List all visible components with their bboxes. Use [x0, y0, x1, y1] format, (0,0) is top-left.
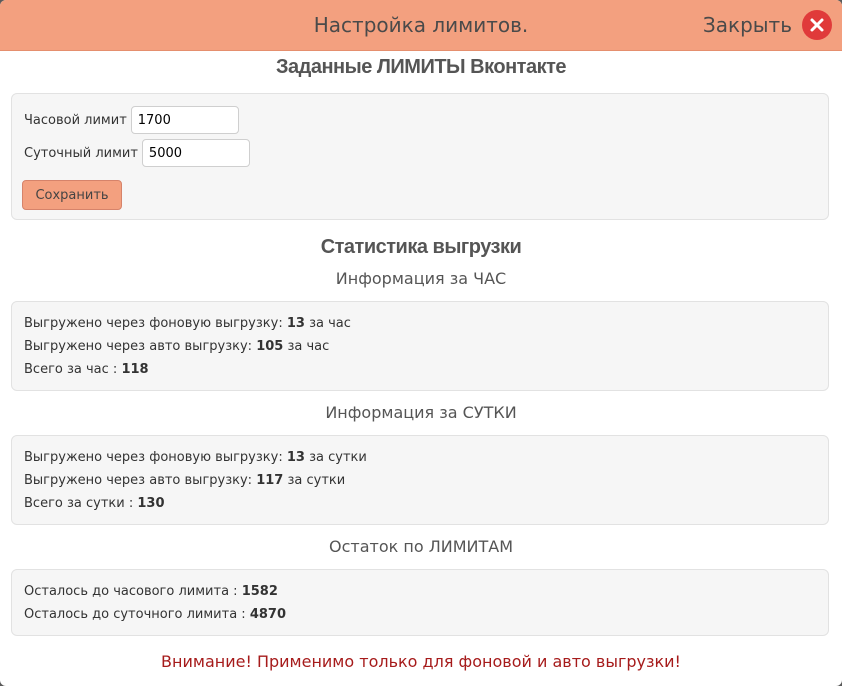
hour-bg-value: 13: [286, 316, 305, 331]
hour-stats-panel: Выгружено через фоновую выгрузку: 13 за …: [11, 301, 829, 391]
hour-heading: Информация за ЧАС: [335, 269, 507, 288]
remaining-daily-value: 4870: [249, 607, 287, 622]
daily-limit-row: Суточный лимит: [24, 139, 250, 167]
hour-auto-row: Выгружено через авто выгрузку: 105 за ча…: [24, 339, 330, 354]
limits-panel: Часовой лимит Суточный лимит Сохранить: [11, 93, 829, 220]
modal-header: Настройка лимитов. Закрыть: [0, 0, 842, 51]
day-total-row: Всего за сутки : 130: [24, 496, 165, 511]
remaining-panel: Осталось до часового лимита : 1582 Остал…: [11, 569, 829, 636]
day-auto-row: Выгружено через авто выгрузку: 117 за су…: [24, 473, 346, 488]
close-icon[interactable]: [802, 10, 832, 40]
hour-auto-value: 105: [256, 339, 284, 354]
day-stats-panel: Выгружено через фоновую выгрузку: 13 за …: [11, 435, 829, 525]
hourly-limit-row: Часовой лимит: [24, 106, 239, 134]
day-bg-value: 13: [286, 450, 305, 465]
day-auto-value: 117: [256, 473, 284, 488]
day-heading: Информация за СУТКИ: [325, 403, 517, 422]
daily-limit-input[interactable]: [141, 139, 250, 167]
hour-total-row: Всего за час : 118: [24, 362, 149, 377]
stats-title: Статистика выгрузки: [320, 236, 522, 258]
hourly-limit-label: Часовой лимит: [24, 112, 127, 128]
limits-modal: Настройка лимитов. Закрыть Заданные ЛИМИ…: [0, 0, 842, 686]
limits-title: Заданные ЛИМИТЫ Вконтакте: [275, 56, 567, 78]
warning-text: Внимание! Применимо только для фоновой и…: [161, 652, 681, 671]
day-bg-row: Выгружено через фоновую выгрузку: 13 за …: [24, 450, 367, 465]
remaining-hourly-value: 1582: [241, 584, 278, 599]
remaining-daily-row: Осталось до суточного лимита : 4870: [24, 607, 287, 622]
day-total-value: 130: [137, 496, 165, 511]
close-label[interactable]: Закрыть: [703, 13, 792, 37]
remaining-hourly-row: Осталось до часового лимита : 1582: [24, 584, 278, 599]
remaining-heading: Остаток по ЛИМИТАМ: [328, 537, 513, 556]
save-button[interactable]: Сохранить: [22, 180, 122, 210]
hour-bg-row: Выгружено через фоновую выгрузку: 13 за …: [24, 316, 351, 331]
hourly-limit-input[interactable]: [130, 106, 239, 134]
daily-limit-label: Суточный лимит: [24, 145, 138, 161]
hour-total-value: 118: [121, 362, 149, 377]
close-button[interactable]: Закрыть: [703, 10, 832, 40]
